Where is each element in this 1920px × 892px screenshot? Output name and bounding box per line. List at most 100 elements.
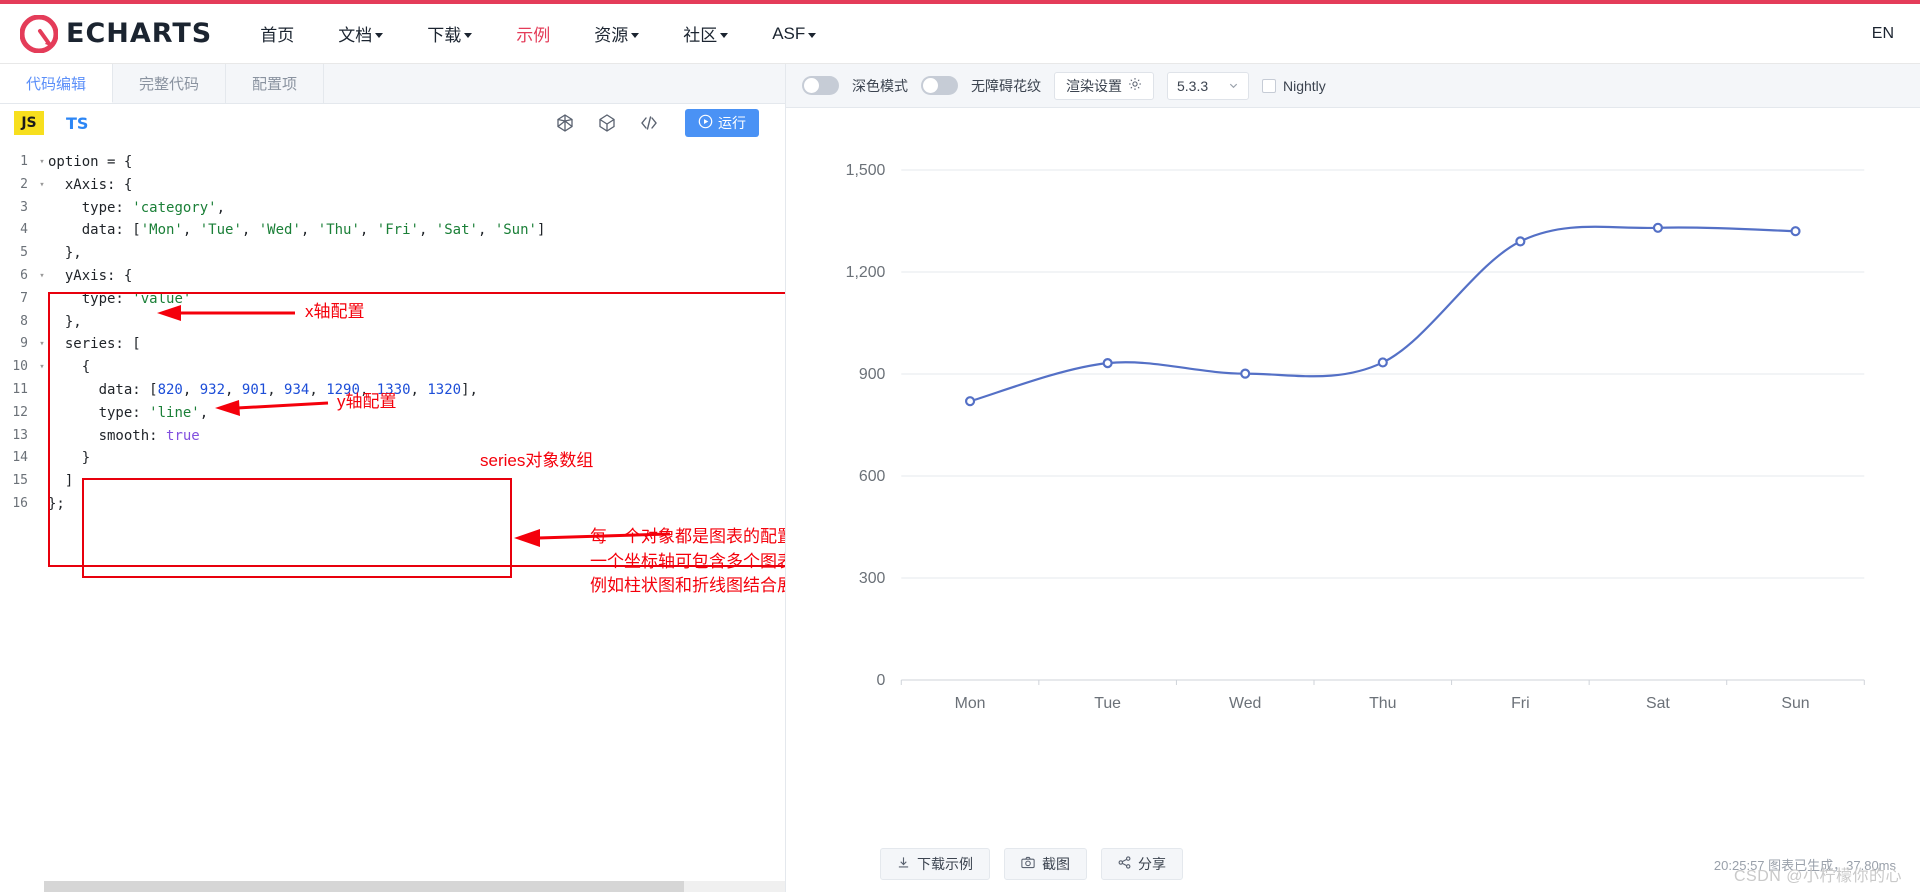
share-label: 分享 bbox=[1138, 854, 1166, 874]
line-chart: 03006009001,2001,500MonTueWedThuFriSatSu… bbox=[802, 120, 1904, 810]
code-line-number: 2 bbox=[0, 174, 36, 197]
chart-data-point[interactable] bbox=[1516, 237, 1524, 245]
nav-item-asf[interactable]: ASF bbox=[772, 24, 816, 44]
code-line-text: }; bbox=[48, 493, 65, 516]
run-button-label: 运行 bbox=[718, 113, 746, 133]
chevron-down-icon bbox=[464, 33, 472, 38]
echarts-canvas[interactable]: 03006009001,2001,500MonTueWedThuFriSatSu… bbox=[802, 120, 1904, 810]
code-fold-spacer bbox=[36, 311, 48, 334]
pattern-toggle[interactable] bbox=[921, 76, 958, 95]
pattern-label: 无障碍花纹 bbox=[971, 76, 1041, 96]
code-line: 3 type: 'category', bbox=[0, 197, 785, 220]
code-fold-icon[interactable]: ▾ bbox=[36, 265, 48, 288]
editor-tabs: 代码编辑 完整代码 配置项 bbox=[0, 64, 785, 104]
screenshot-label: 截图 bbox=[1042, 854, 1070, 874]
code-line-number: 11 bbox=[0, 379, 36, 402]
code-line-text: type: 'category', bbox=[48, 197, 225, 220]
code-scrollbar-thumb[interactable] bbox=[44, 881, 684, 892]
code-fold-icon[interactable]: ▾ bbox=[36, 356, 48, 379]
code-line-number: 8 bbox=[0, 311, 36, 334]
code-fold-icon[interactable]: ▾ bbox=[36, 333, 48, 356]
x-axis-tick-label: Fri bbox=[1511, 695, 1530, 712]
nav-item-download[interactable]: 下载 bbox=[427, 21, 472, 46]
lang-toggle-ts[interactable]: TS bbox=[66, 114, 88, 133]
share-button[interactable]: 分享 bbox=[1101, 848, 1183, 880]
site-header: ECHARTS 首页 文档 下载 示例 资源 社区 bbox=[0, 4, 1920, 64]
code-fold-spacer bbox=[36, 379, 48, 402]
code-line-text: smooth: true bbox=[48, 425, 200, 448]
chevron-down-icon bbox=[1228, 78, 1239, 94]
code-line: 2▾ xAxis: { bbox=[0, 174, 785, 197]
sphere-icon[interactable] bbox=[555, 113, 575, 133]
tab-full-code-label: 完整代码 bbox=[139, 73, 199, 94]
code-line: 16}; bbox=[0, 493, 785, 516]
tab-full-code[interactable]: 完整代码 bbox=[113, 64, 226, 103]
code-line-number: 3 bbox=[0, 197, 36, 220]
nav-item-resources[interactable]: 资源 bbox=[594, 21, 639, 46]
code-line-number: 6 bbox=[0, 265, 36, 288]
x-axis-tick-label: Mon bbox=[955, 695, 986, 712]
annotation-series-array: series对象数组 bbox=[480, 449, 593, 474]
main-nav: 首页 文档 下载 示例 资源 社区 ASF bbox=[260, 21, 816, 46]
screenshot-button[interactable]: 截图 bbox=[1004, 848, 1087, 880]
code-line-number: 10 bbox=[0, 356, 36, 379]
nav-item-docs-label: 文档 bbox=[338, 21, 372, 46]
code-line-number: 9 bbox=[0, 333, 36, 356]
watermark: CSDN @小柠檬你的心 bbox=[1734, 862, 1902, 886]
nav-item-community[interactable]: 社区 bbox=[683, 21, 728, 46]
code-editor[interactable]: 1▾option = {2▾ xAxis: {3 type: 'category… bbox=[0, 142, 785, 892]
nav-item-docs[interactable]: 文档 bbox=[338, 21, 383, 46]
nav-item-resources-label: 资源 bbox=[594, 21, 628, 46]
x-axis-tick-label: Wed bbox=[1229, 695, 1261, 712]
chart-data-point[interactable] bbox=[1241, 370, 1249, 378]
language-switch[interactable]: EN bbox=[1872, 25, 1894, 43]
code-fold-icon[interactable]: ▾ bbox=[36, 174, 48, 197]
nav-item-examples[interactable]: 示例 bbox=[516, 21, 550, 46]
nav-item-home-label: 首页 bbox=[260, 21, 294, 46]
play-circle-icon bbox=[698, 114, 713, 132]
chart-data-point[interactable] bbox=[966, 397, 974, 405]
chart-data-point[interactable] bbox=[1654, 224, 1662, 232]
code-fold-spacer bbox=[36, 447, 48, 470]
tab-code-editor[interactable]: 代码编辑 bbox=[0, 64, 113, 103]
echarts-logo-text: ECHARTS bbox=[66, 18, 212, 49]
code-line: 10▾ { bbox=[0, 356, 785, 379]
chart-data-point[interactable] bbox=[1379, 358, 1387, 366]
lang-toggle-js[interactable]: JS bbox=[14, 111, 44, 135]
preview-pane: 深色模式 无障碍花纹 渲染设置 5.3.3 bbox=[786, 64, 1920, 892]
dark-mode-toggle-knob bbox=[804, 78, 819, 93]
code-brackets-icon[interactable] bbox=[639, 113, 659, 133]
code-line: 15 ] bbox=[0, 470, 785, 493]
run-button[interactable]: 运行 bbox=[685, 109, 759, 137]
main-content: 代码编辑 完整代码 配置项 JS TS bbox=[0, 64, 1920, 892]
nav-item-home[interactable]: 首页 bbox=[260, 21, 294, 46]
code-fold-icon[interactable]: ▾ bbox=[36, 151, 48, 174]
nightly-checkbox-wrap[interactable]: Nightly bbox=[1262, 78, 1326, 94]
code-line-number: 14 bbox=[0, 447, 36, 470]
code-line: 4 data: ['Mon', 'Tue', 'Wed', 'Thu', 'Fr… bbox=[0, 219, 785, 242]
cube-icon[interactable] bbox=[597, 113, 617, 133]
download-example-button[interactable]: 下载示例 bbox=[880, 848, 990, 880]
y-axis-tick-label: 1,200 bbox=[846, 264, 886, 281]
render-settings-button[interactable]: 渲染设置 bbox=[1054, 72, 1154, 100]
dark-mode-toggle[interactable] bbox=[802, 76, 839, 95]
chart-data-point[interactable] bbox=[1792, 227, 1800, 235]
code-line: 13 smooth: true bbox=[0, 425, 785, 448]
camera-icon bbox=[1021, 856, 1035, 872]
chart-data-point[interactable] bbox=[1104, 359, 1112, 367]
editor-pane: 代码编辑 完整代码 配置项 JS TS bbox=[0, 64, 786, 892]
code-fold-spacer bbox=[36, 242, 48, 265]
chart-preview-area: 03006009001,2001,500MonTueWedThuFriSatSu… bbox=[786, 108, 1920, 836]
x-axis-tick-label: Sat bbox=[1646, 695, 1670, 712]
code-fold-spacer bbox=[36, 288, 48, 311]
code-fold-spacer bbox=[36, 470, 48, 493]
download-icon bbox=[897, 856, 910, 872]
tab-config-options[interactable]: 配置项 bbox=[226, 64, 324, 103]
chevron-down-icon bbox=[631, 33, 639, 38]
echarts-logo[interactable]: ECHARTS bbox=[20, 15, 212, 53]
code-horizontal-scrollbar[interactable] bbox=[44, 881, 785, 892]
chart-line-series bbox=[970, 227, 1795, 401]
nightly-checkbox[interactable] bbox=[1262, 79, 1276, 93]
version-select[interactable]: 5.3.3 bbox=[1167, 72, 1249, 100]
code-line-text: option = { bbox=[48, 151, 132, 174]
